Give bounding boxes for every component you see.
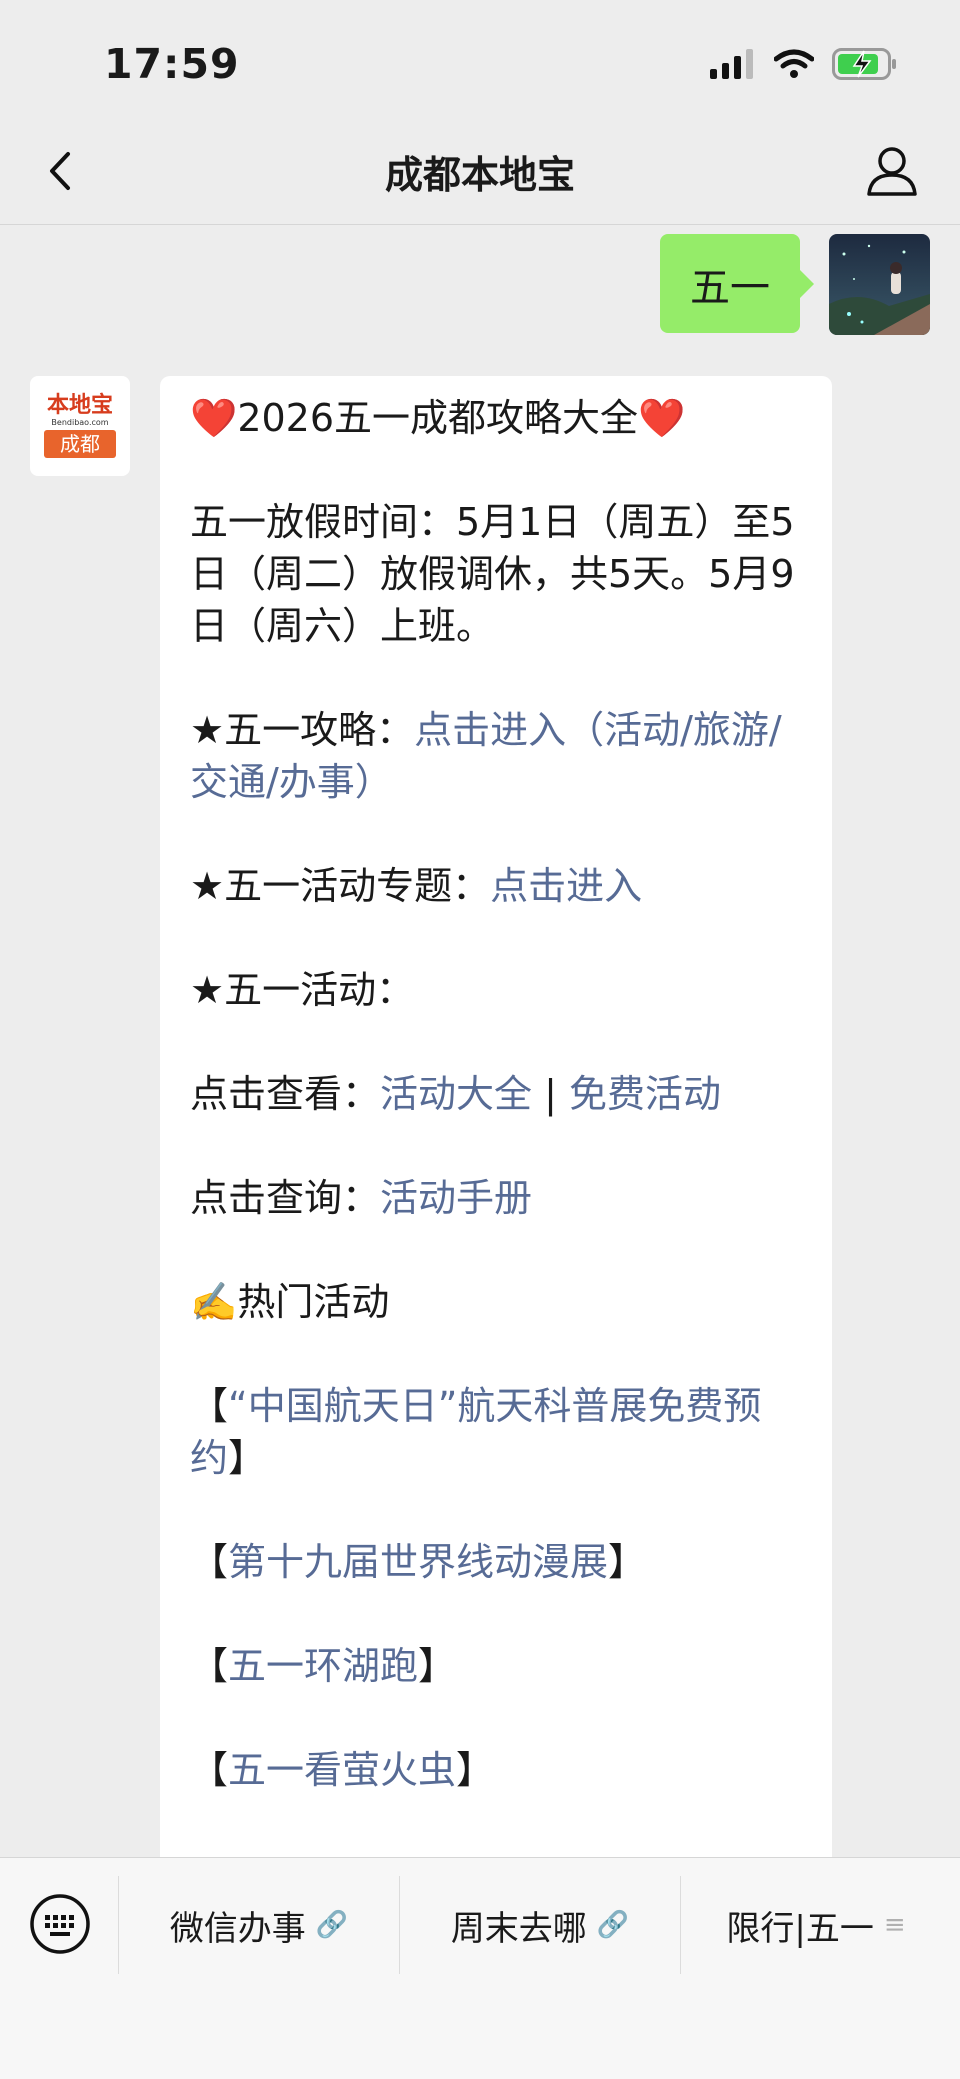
hot-activity-link-2[interactable]: 第十九届世界线动漫展 bbox=[228, 1540, 608, 1584]
menu-items: 微信办事 🔗 周末去哪 🔗 限行|五一 ≡ bbox=[118, 1876, 951, 1974]
menu-item-weekend[interactable]: 周末去哪 🔗 bbox=[399, 1876, 680, 1974]
hot-activity-item: 【第十九届世界线动漫展】 bbox=[190, 1540, 647, 1584]
logo-url: Bendibao.com bbox=[51, 418, 109, 427]
signal-icon bbox=[710, 49, 753, 79]
activity-handbook-link[interactable]: 活动手册 bbox=[380, 1176, 532, 1220]
link-icon: 🔗 bbox=[315, 1910, 349, 1940]
sent-message-bubble[interactable]: 五一 bbox=[660, 234, 814, 333]
bottom-menu-bar: 微信办事 🔗 周末去哪 🔗 限行|五一 ≡ bbox=[0, 1857, 960, 2079]
menu-item-label: 周末去哪 bbox=[450, 1908, 587, 1949]
keyboard-icon[interactable] bbox=[28, 1892, 92, 1956]
hot-activity-link-1[interactable]: “中国航天日”航天科普展免费预约 bbox=[190, 1384, 761, 1480]
nav-bar: 成都本地宝 bbox=[0, 118, 960, 225]
hot-activity-item: 【五一看萤火虫】 bbox=[190, 1748, 495, 1792]
wifi-icon bbox=[774, 49, 814, 78]
menu-item-wechat-services[interactable]: 微信办事 🔗 bbox=[118, 1876, 399, 1974]
hot-activity-link-4[interactable]: 五一看萤火虫 bbox=[228, 1748, 456, 1792]
reply-title: ❤️2026五一成都攻略大全❤️ bbox=[190, 396, 686, 440]
user-profile-icon[interactable] bbox=[864, 142, 920, 198]
user-avatar[interactable] bbox=[829, 234, 930, 335]
topic-link[interactable]: 点击进入 bbox=[490, 864, 642, 908]
status-bar: 17:59 bbox=[0, 0, 960, 118]
guide-line: ★五一攻略：点击进入（活动/旅游/交通/办事） bbox=[190, 708, 782, 804]
page-title: 成都本地宝 bbox=[384, 153, 575, 197]
status-icons bbox=[710, 44, 898, 84]
menu-icon: ≡ bbox=[883, 1910, 906, 1940]
logo-brand: 本地宝 bbox=[46, 393, 113, 418]
official-account-avatar[interactable]: 本地宝 Bendibao.com 成都 bbox=[30, 376, 130, 476]
heart-icon: ❤️ bbox=[190, 396, 238, 440]
hot-activity-link-3[interactable]: 五一环湖跑 bbox=[228, 1644, 418, 1688]
sent-message-text: 五一 bbox=[690, 264, 770, 311]
free-activities-link[interactable]: 免费活动 bbox=[569, 1072, 721, 1116]
avatar-illustration bbox=[829, 234, 930, 335]
hot-activity-item: 【五一环湖跑】 bbox=[190, 1644, 457, 1688]
chat-area[interactable]: 五一 本地宝 Bendibao.com 成都 ❤️2026五一成都攻略大全❤️ … bbox=[0, 225, 960, 1857]
link-icon: 🔗 bbox=[596, 1910, 630, 1940]
status-time: 17:59 bbox=[104, 40, 240, 88]
heart-icon: ❤️ bbox=[638, 396, 686, 440]
all-activities-link[interactable]: 活动大全 bbox=[380, 1072, 532, 1116]
holiday-info: 五一放假时间：5月1日（周五）至5日（周二）放假调休，共5天。5月9日（周六）上… bbox=[190, 500, 795, 648]
menu-item-restriction[interactable]: 限行|五一 ≡ bbox=[680, 1876, 951, 1974]
menu-item-label: 微信办事 bbox=[169, 1908, 306, 1949]
hot-activity-item: 【“中国航天日”航天科普展免费预约】 bbox=[190, 1384, 762, 1480]
query-line: 点击查询：活动手册 bbox=[190, 1176, 533, 1220]
menu-item-label: 限行|五一 bbox=[726, 1908, 874, 1949]
reply-message-bubble: ❤️2026五一成都攻略大全❤️ 五一放假时间：5月1日（周五）至5日（周二）放… bbox=[160, 376, 832, 1857]
topic-line: ★五一活动专题：点击进入 bbox=[190, 864, 643, 908]
logo-city: 成都 bbox=[44, 430, 116, 458]
battery-charging-icon bbox=[832, 48, 896, 80]
view-line: 点击查看：活动大全 | 免费活动 bbox=[190, 1072, 722, 1116]
activity-heading: ★五一活动： bbox=[190, 968, 415, 1012]
hot-activities-heading: ✍️热门活动 bbox=[190, 1280, 390, 1324]
